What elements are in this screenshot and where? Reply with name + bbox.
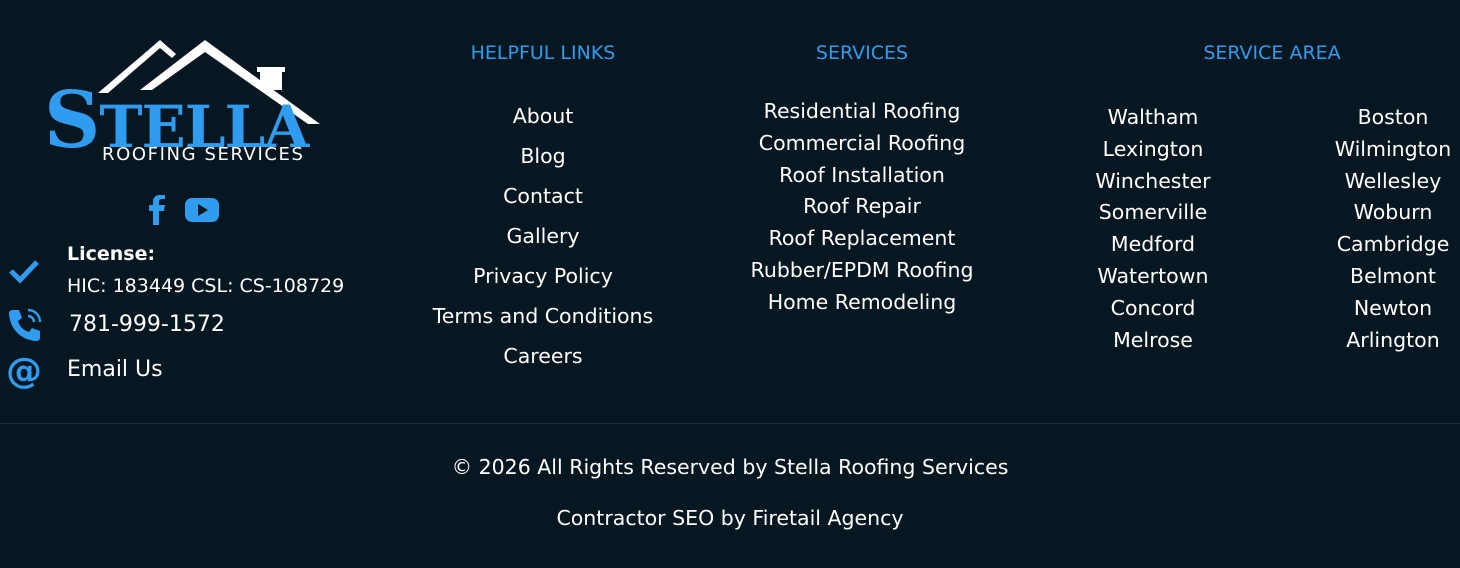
youtube-icon[interactable] bbox=[185, 197, 219, 227]
svg-text:@: @ bbox=[6, 353, 42, 389]
email-us-link[interactable]: Email Us bbox=[67, 357, 163, 382]
license-number: HIC: 183449 CSL: CS-108729 bbox=[67, 275, 345, 297]
area-wellesley[interactable]: Wellesley bbox=[1335, 166, 1451, 198]
copyright-text: © 2026 All Rights Reserved by Stella Roo… bbox=[451, 455, 1009, 479]
footer-divider bbox=[0, 423, 1460, 424]
helpful-links-title: HELPFUL LINKS bbox=[470, 42, 616, 64]
service-home-remodeling[interactable]: Home Remodeling bbox=[751, 287, 974, 319]
service-area-title: SERVICE AREA bbox=[1203, 42, 1341, 64]
area-belmont[interactable]: Belmont bbox=[1335, 261, 1451, 293]
link-blog[interactable]: Blog bbox=[433, 136, 653, 176]
area-cambridge[interactable]: Cambridge bbox=[1335, 229, 1451, 261]
services-list: Residential Roofing Commercial Roofing R… bbox=[751, 96, 974, 319]
area-somerville[interactable]: Somerville bbox=[1095, 197, 1210, 229]
logo-subtitle: ROOFING SERVICES bbox=[102, 144, 305, 165]
checkmark-icon bbox=[8, 258, 40, 288]
service-rubber-epdm-roofing[interactable]: Rubber/EPDM Roofing bbox=[751, 255, 974, 287]
area-wilmington[interactable]: Wilmington bbox=[1335, 134, 1451, 166]
service-area-list-left: Waltham Lexington Winchester Somerville … bbox=[1095, 102, 1210, 356]
social-links bbox=[145, 195, 219, 229]
license-title: License: bbox=[67, 243, 156, 265]
at-sign-icon[interactable]: @ bbox=[6, 351, 42, 393]
area-woburn[interactable]: Woburn bbox=[1335, 197, 1451, 229]
area-concord[interactable]: Concord bbox=[1095, 293, 1210, 325]
agency-credit-link[interactable]: Contractor SEO by Firetail Agency bbox=[0, 506, 1460, 530]
area-medford[interactable]: Medford bbox=[1095, 229, 1210, 261]
helpful-links-list: About Blog Contact Gallery Privacy Polic… bbox=[433, 96, 653, 376]
phone-icon[interactable] bbox=[6, 306, 44, 348]
area-boston[interactable]: Boston bbox=[1335, 102, 1451, 134]
link-contact[interactable]: Contact bbox=[433, 176, 653, 216]
service-area-list-right: Boston Wilmington Wellesley Woburn Cambr… bbox=[1335, 102, 1451, 356]
service-commercial-roofing[interactable]: Commercial Roofing bbox=[751, 128, 974, 160]
service-roof-installation[interactable]: Roof Installation bbox=[751, 160, 974, 192]
service-residential-roofing[interactable]: Residential Roofing bbox=[751, 96, 974, 128]
link-terms-and-conditions[interactable]: Terms and Conditions bbox=[433, 296, 653, 336]
area-winchester[interactable]: Winchester bbox=[1095, 166, 1210, 198]
facebook-icon[interactable] bbox=[145, 195, 167, 229]
area-melrose[interactable]: Melrose bbox=[1095, 325, 1210, 357]
area-lexington[interactable]: Lexington bbox=[1095, 134, 1210, 166]
link-gallery[interactable]: Gallery bbox=[433, 216, 653, 256]
service-roof-replacement[interactable]: Roof Replacement bbox=[751, 223, 974, 255]
link-about[interactable]: About bbox=[433, 96, 653, 136]
service-roof-repair[interactable]: Roof Repair bbox=[751, 191, 974, 223]
phone-number-link[interactable]: 781-999-1572 bbox=[69, 312, 225, 337]
area-arlington[interactable]: Arlington bbox=[1335, 325, 1451, 357]
company-logo[interactable]: STELLA ROOFING SERVICES bbox=[40, 38, 325, 168]
area-newton[interactable]: Newton bbox=[1335, 293, 1451, 325]
services-title: SERVICES bbox=[815, 42, 909, 64]
link-careers[interactable]: Careers bbox=[433, 336, 653, 376]
link-privacy-policy[interactable]: Privacy Policy bbox=[433, 256, 653, 296]
area-waltham[interactable]: Waltham bbox=[1095, 102, 1210, 134]
area-watertown[interactable]: Watertown bbox=[1095, 261, 1210, 293]
